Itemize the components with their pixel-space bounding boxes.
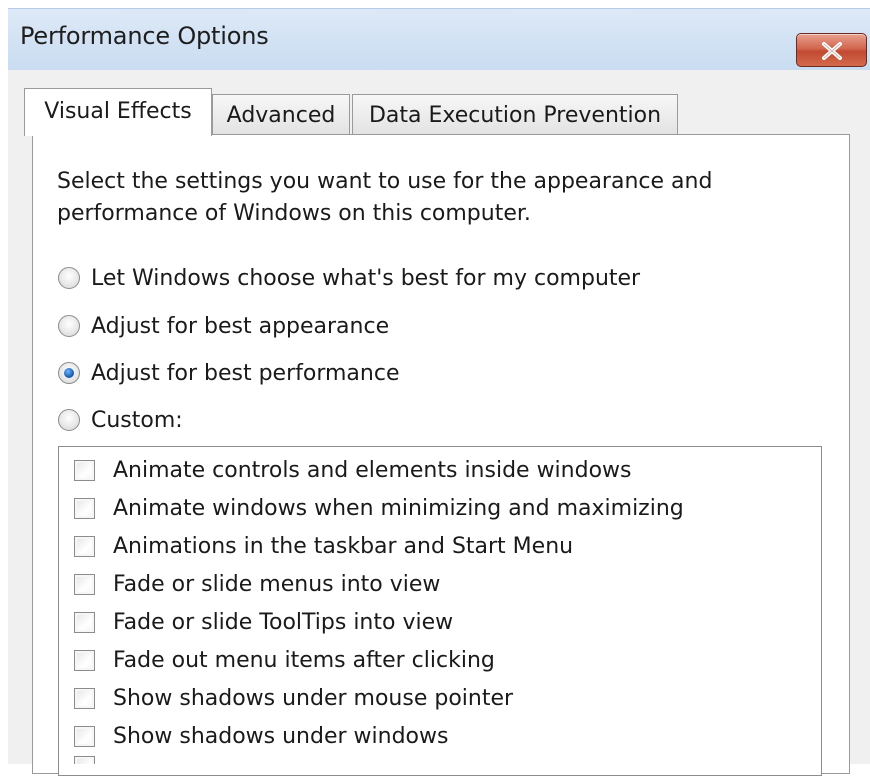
effect-fade-menu-items[interactable]: Fade out menu items after clicking bbox=[74, 644, 495, 676]
checkbox[interactable] bbox=[74, 687, 95, 709]
radio-button-selected[interactable] bbox=[58, 362, 80, 384]
radio-custom[interactable]: Custom: bbox=[58, 404, 183, 436]
checkbox[interactable] bbox=[74, 573, 95, 595]
close-button[interactable] bbox=[796, 33, 867, 67]
radio-let-windows-choose[interactable]: Let Windows choose what's best for my co… bbox=[58, 262, 640, 294]
effect-animate-windows[interactable]: Animate windows when minimizing and maxi… bbox=[74, 492, 684, 524]
radio-label: Let Windows choose what's best for my co… bbox=[91, 265, 641, 291]
effect-pointer-shadows[interactable]: Show shadows under mouse pointer bbox=[74, 682, 513, 714]
effect-fade-tooltips[interactable]: Fade or slide ToolTips into view bbox=[74, 606, 453, 638]
checkbox-label: Show shadows under mouse pointer bbox=[113, 685, 514, 711]
checkbox[interactable] bbox=[74, 725, 95, 747]
tab-label: Advanced bbox=[226, 103, 336, 128]
tab-visual-effects[interactable]: Visual Effects bbox=[24, 88, 212, 136]
checkbox[interactable] bbox=[74, 611, 95, 633]
description-text: Select the settings you want to use for … bbox=[57, 169, 713, 226]
effect-window-shadows[interactable]: Show shadows under windows bbox=[74, 720, 448, 752]
radio-label: Adjust for best performance bbox=[91, 360, 400, 386]
radio-button[interactable] bbox=[58, 267, 80, 289]
tab-data-execution-prevention[interactable]: Data Execution Prevention bbox=[352, 94, 678, 134]
radio-label: Adjust for best appearance bbox=[91, 313, 390, 339]
checkbox-label: Animate windows when minimizing and maxi… bbox=[113, 495, 684, 521]
radio-label: Custom: bbox=[91, 407, 183, 433]
radio-button[interactable] bbox=[58, 409, 80, 431]
checkbox-label: Animate controls and elements inside win… bbox=[113, 457, 632, 483]
radio-best-appearance[interactable]: Adjust for best appearance bbox=[58, 310, 389, 342]
checkbox[interactable] bbox=[74, 497, 95, 519]
tab-label: Data Execution Prevention bbox=[368, 103, 662, 128]
checkbox-label: Animations in the taskbar and Start Menu bbox=[113, 533, 574, 559]
tab-label: Visual Effects bbox=[44, 99, 192, 124]
checkbox[interactable] bbox=[74, 535, 95, 557]
tab-advanced[interactable]: Advanced bbox=[212, 94, 350, 134]
effect-animate-controls[interactable]: Animate controls and elements inside win… bbox=[74, 454, 632, 486]
radio-best-performance[interactable]: Adjust for best performance bbox=[58, 357, 399, 389]
checkbox-label: Fade or slide ToolTips into view bbox=[113, 609, 454, 635]
checkbox[interactable] bbox=[74, 459, 95, 481]
effect-partial-row[interactable] bbox=[74, 756, 113, 764]
effect-taskbar-animations[interactable]: Animations in the taskbar and Start Menu bbox=[74, 530, 573, 562]
effect-fade-menus[interactable]: Fade or slide menus into view bbox=[74, 568, 440, 600]
close-icon bbox=[822, 42, 842, 60]
checkbox-label: Fade or slide menus into view bbox=[113, 571, 441, 597]
checkbox[interactable] bbox=[74, 756, 95, 764]
checkbox-label: Fade out menu items after clicking bbox=[113, 647, 495, 673]
window-title: Performance Options bbox=[20, 22, 269, 50]
checkbox[interactable] bbox=[74, 649, 95, 671]
radio-button[interactable] bbox=[58, 315, 80, 337]
title-bar: Performance Options bbox=[8, 8, 870, 71]
checkbox-label: Show shadows under windows bbox=[113, 723, 449, 749]
